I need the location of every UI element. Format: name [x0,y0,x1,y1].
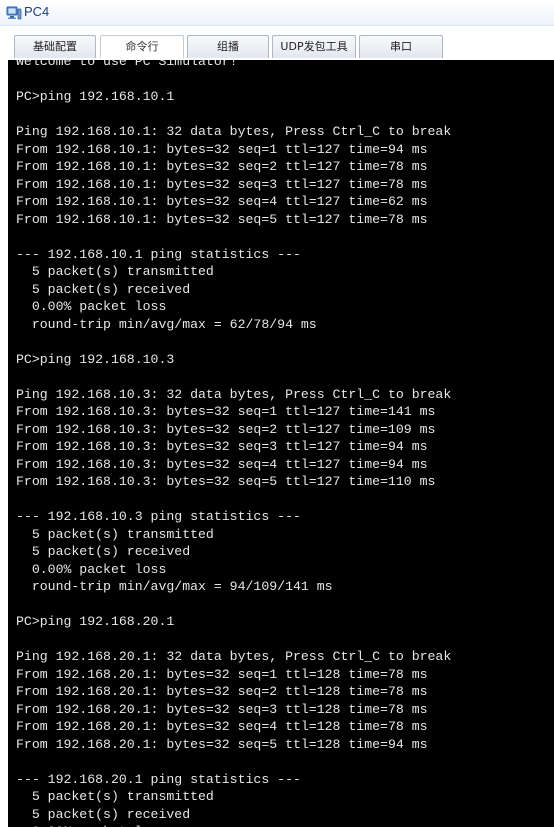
console-line: 5 packet(s) received [16,281,191,297]
console-line: round-trip min/avg/max = 94/109/141 ms [16,579,333,594]
console-line: 5 packet(s) transmitted [16,789,214,804]
console-line: 5 packet(s) transmitted [16,526,214,542]
console-line: PC>ping 192.168.20.1 [16,614,175,629]
console-line: From 192.168.20.1: bytes=32 seq=5 ttl=12… [16,736,428,752]
window-title: PC4 [24,4,50,19]
console-line: From 192.168.10.1: bytes=32 seq=2 ttl=12… [16,159,428,174]
console-line: From 192.168.20.1: bytes=32 seq=3 ttl=12… [16,701,428,717]
window-titlebar[interactable]: PC4 [0,0,554,26]
console-line: From 192.168.10.3: bytes=32 seq=2 ttl=12… [16,421,436,437]
console-line: Ping 192.168.20.1: 32 data bytes, Press … [16,649,452,664]
console-line: Ping 192.168.10.1: 32 data bytes, Press … [16,124,452,139]
console-line: 0.00% packet loss [16,299,167,314]
tab-multicast[interactable]: 组播 [187,35,269,58]
tab-command-line[interactable]: 命令行 [100,35,184,58]
console-line: 5 packet(s) received [16,806,191,822]
console-line: --- 192.168.10.3 ping statistics --- [16,509,301,524]
console-line: --- 192.168.10.1 ping statistics --- [16,246,301,262]
console-output[interactable]: Welcome to use PC Simulator! PC>ping 192.… [8,60,554,827]
console-line: From 192.168.10.1: bytes=32 seq=3 ttl=12… [16,176,428,192]
console-line: 0.00% packet loss [16,561,167,577]
console-line: From 192.168.10.1: bytes=32 seq=4 ttl=12… [16,194,428,209]
console-line: From 192.168.10.3: bytes=32 seq=3 ttl=12… [16,439,428,454]
tab-bar: 基础配置 命令行 组播 UDP发包工具 串口 [0,26,554,60]
console-line: 5 packet(s) transmitted [16,264,214,279]
console-line: From 192.168.10.1: bytes=32 seq=5 ttl=12… [16,211,428,227]
console-line: 5 packet(s) received [16,544,191,559]
console-line: --- 192.168.20.1 ping statistics --- [16,771,301,787]
console-line: round-trip min/avg/max = 62/78/94 ms [16,316,317,332]
console-line: From 192.168.20.1: bytes=32 seq=1 ttl=12… [16,666,428,682]
console-line: Welcome to use PC Simulator! [16,60,238,69]
tab-serial-port[interactable]: 串口 [359,35,443,58]
console-line: From 192.168.10.3: bytes=32 seq=4 ttl=12… [16,456,428,472]
console-line: Ping 192.168.10.3: 32 data bytes, Press … [16,386,452,402]
console-line: From 192.168.20.1: bytes=32 seq=2 ttl=12… [16,684,428,699]
pc-computer-icon [6,5,22,21]
console-line: From 192.168.10.1: bytes=32 seq=1 ttl=12… [16,141,428,157]
console-line: From 192.168.10.3: bytes=32 seq=1 ttl=12… [16,404,436,419]
console-line: From 192.168.10.3: bytes=32 seq=5 ttl=12… [16,474,436,489]
console-line: PC>ping 192.168.10.1 [16,89,175,104]
console-line: PC>ping 192.168.10.3 [16,351,175,367]
tab-udp-packet-tool[interactable]: UDP发包工具 [272,35,356,58]
console-line: 0.00% packet loss [16,823,167,827]
console-line: From 192.168.20.1: bytes=32 seq=4 ttl=12… [16,719,428,734]
tab-basic-config[interactable]: 基础配置 [14,35,96,58]
